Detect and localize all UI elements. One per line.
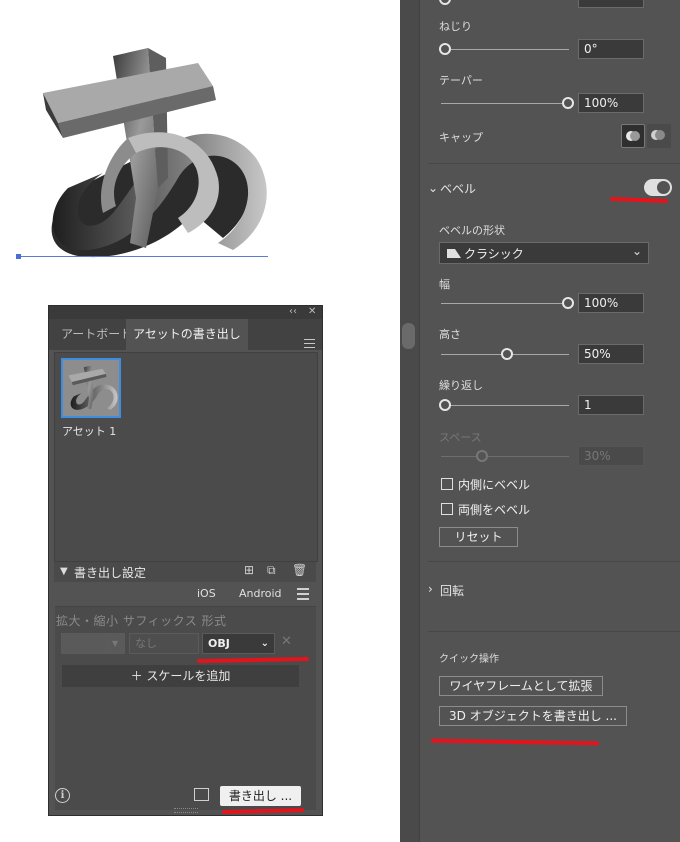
collapse-icon[interactable]: ‹‹	[289, 305, 297, 318]
space-label: スペース	[439, 431, 482, 444]
asset-thumbnail[interactable]	[61, 358, 121, 418]
bevel-width-label: 幅	[439, 278, 450, 291]
chevron-down-icon: ⌄	[631, 244, 642, 258]
remove-scale-icon[interactable]: ✕	[281, 634, 292, 649]
add-scale-button[interactable]: ＋ スケールを追加	[62, 665, 299, 687]
quick-actions-label: クイック操作	[439, 654, 499, 665]
inner-bevel-checkbox[interactable]	[441, 478, 453, 490]
bevel-shape-select[interactable]: クラシック ⌄	[439, 242, 649, 264]
space-slider-knob	[476, 450, 488, 462]
tab-asset-export[interactable]: アセットの書き出し	[126, 319, 248, 350]
twist-slider-track[interactable]	[441, 49, 569, 50]
panel-scroll-gutter	[400, 0, 420, 842]
space-slider-track	[441, 456, 569, 457]
add-scale-label: スケールを追加	[146, 669, 231, 683]
inner-bevel-label[interactable]: 内側にベベル	[458, 476, 530, 493]
repeat-slider-knob[interactable]	[439, 399, 451, 411]
cap-on-button[interactable]	[621, 124, 645, 148]
bevel-width-slider-knob[interactable]	[562, 297, 574, 309]
chevron-down-icon[interactable]: ⌄	[428, 181, 438, 195]
asset-export-panel: ‹‹ ✕ アートボード アセットの書き出し アセット 1 ▼ 書き出し設定 ⊞ …	[48, 305, 323, 816]
bevel-height-value-field[interactable]: 50%	[578, 344, 644, 364]
taper-label: テーパー	[439, 74, 483, 87]
panel-titlebar[interactable]: ‹‹ ✕	[49, 306, 322, 319]
panel-tab-bar: アートボード アセットの書き出し	[49, 319, 322, 350]
selection-anchor-point[interactable]	[16, 254, 21, 259]
repeat-value-field[interactable]: 1	[578, 395, 644, 415]
plus-icon: ＋	[130, 669, 143, 683]
info-icon[interactable]: i	[55, 788, 70, 803]
bevel-height-slider-knob[interactable]	[501, 348, 513, 360]
cap-off-button[interactable]	[647, 124, 671, 148]
reset-button[interactable]: リセット	[439, 527, 518, 547]
twist-value-field[interactable]: 0°	[578, 39, 644, 59]
taper-slider-track[interactable]	[441, 103, 569, 104]
bevel-shape-label: ベベルの形状	[439, 224, 505, 237]
section-divider	[428, 163, 680, 164]
format-select[interactable]: OBJ ⌄	[202, 633, 275, 654]
android-preset-button[interactable]: Android	[239, 587, 282, 600]
cap-on-icon	[626, 131, 640, 141]
section-divider	[428, 631, 680, 632]
bevel-width-value-field[interactable]: 100%	[578, 293, 644, 313]
space-value-field: 30%	[578, 446, 644, 466]
asset-list: アセット 1	[54, 352, 318, 562]
bevel-section-title[interactable]: ベベル	[440, 180, 476, 197]
export-settings-header[interactable]: ▼ 書き出し設定 ⊞ ⧉ 🗑	[54, 562, 316, 582]
trash-icon[interactable]: 🗑	[292, 563, 307, 577]
scrollbar-thumb[interactable]	[402, 323, 415, 349]
scale-dropdown-icon[interactable]: ▼	[107, 633, 125, 654]
section-divider	[428, 561, 680, 562]
both-bevel-checkbox[interactable]	[441, 503, 453, 515]
export-button[interactable]: 書き出し ...	[220, 786, 301, 806]
3d-hiragana-a-artwork	[43, 48, 267, 258]
add-asset-icon[interactable]: ⊞	[244, 563, 254, 577]
resize-grip[interactable]	[174, 808, 198, 813]
export-list-icon[interactable]	[194, 788, 209, 801]
twist-label: ねじり	[439, 20, 472, 33]
chevron-down-icon: ⌄	[260, 638, 269, 649]
scale-column-headers: 拡大・縮小 サフィックス 形式	[56, 614, 227, 628]
rotation-section-title[interactable]: 回転	[440, 582, 464, 599]
cap-off-icon	[651, 130, 665, 140]
list-view-icon[interactable]	[297, 588, 309, 603]
selection-baseline	[18, 256, 268, 257]
depth-value-field[interactable]	[578, 0, 644, 8]
expand-as-wireframe-button[interactable]: ワイヤフレームとして拡張	[439, 676, 603, 696]
both-bevel-label[interactable]: 両側をベベル	[458, 501, 530, 518]
export-3d-object-button[interactable]: 3D オブジェクトを書き出し ...	[439, 706, 627, 726]
taper-value-field[interactable]: 100%	[578, 93, 644, 113]
bevel-classic-icon	[447, 249, 461, 258]
scale-field[interactable]	[61, 633, 107, 654]
suffix-input[interactable]: なし	[129, 633, 199, 654]
triangle-down-icon: ▼	[60, 566, 68, 577]
asset-thumbnail-image	[68, 365, 118, 410]
repeat-slider-track[interactable]	[441, 405, 569, 406]
bevel-shape-value: クラシック	[464, 247, 524, 261]
close-icon[interactable]: ✕	[308, 305, 316, 318]
bevel-toggle[interactable]	[644, 179, 672, 196]
export-settings-title: 書き出し設定	[74, 566, 147, 580]
bevel-height-label: 高さ	[439, 328, 461, 341]
taper-slider-knob[interactable]	[562, 97, 574, 109]
format-select-value: OBJ	[208, 637, 230, 650]
ios-preset-button[interactable]: iOS	[197, 587, 216, 600]
chevron-right-icon[interactable]: ›	[428, 582, 433, 596]
twist-slider-knob[interactable]	[439, 43, 451, 55]
bevel-width-slider-track[interactable]	[441, 303, 569, 304]
repeat-label: 繰り返し	[439, 379, 483, 392]
duplicate-icon[interactable]: ⧉	[267, 563, 276, 578]
panel-menu-icon[interactable]	[304, 339, 315, 351]
asset-name[interactable]: アセット 1	[62, 423, 116, 439]
cap-label: キャップ	[439, 131, 483, 144]
